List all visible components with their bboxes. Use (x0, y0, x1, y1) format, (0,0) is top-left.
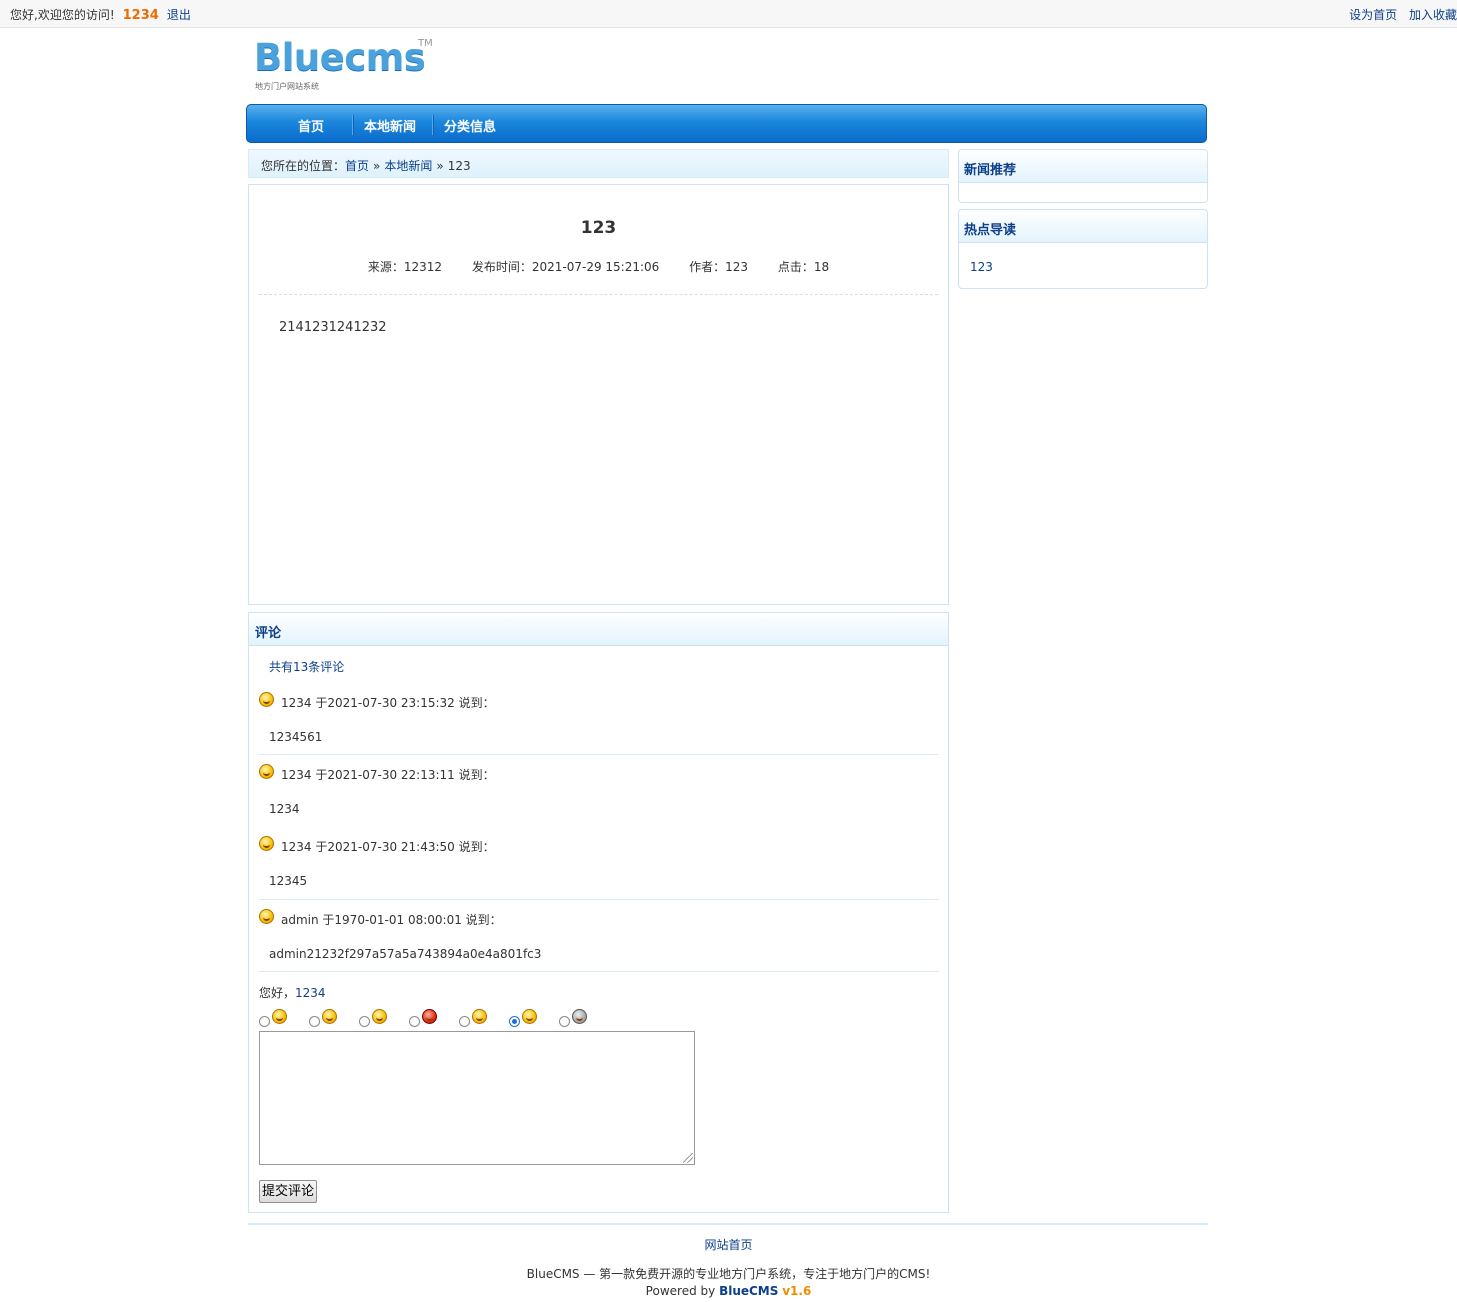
nav-divider (352, 115, 354, 135)
comments-panel: 评论 共有13条评论 1234 于2021-07-30 23:15:32 说到：… (248, 612, 949, 1213)
nav-item-local-news[interactable]: 本地新闻 (364, 116, 416, 135)
annoyed-face-icon (272, 1009, 287, 1024)
comment-item: 1234 于2021-07-30 22:13:11 说到： 1234 (259, 764, 939, 816)
article-clicks: 点击：18 (777, 260, 830, 274)
face-option-5[interactable] (459, 1009, 499, 1029)
article-author: 作者：123 (689, 260, 749, 274)
comment-divider (259, 899, 939, 900)
top-bar: 您好,欢迎您的访问! 1234 退出 设为首页 加入收藏 (0, 0, 1457, 28)
grin-face-icon (259, 692, 274, 707)
face-option-1[interactable] (259, 1009, 299, 1029)
grin-face-icon (522, 1009, 537, 1024)
set-home-link[interactable]: 设为首页 (1349, 8, 1397, 22)
comment-meta: admin 于1970-01-01 08:00:01 说到： (281, 913, 502, 927)
face-radio[interactable] (559, 1016, 570, 1027)
comment-meta: 1234 于2021-07-30 23:15:32 说到： (281, 696, 495, 710)
hot-topic-link[interactable]: 123 (970, 260, 993, 274)
powered-version: v1.6 (782, 1284, 812, 1298)
footer-powered: Powered by BlueCMS v1.6 (0, 1284, 1457, 1298)
comment-text: admin21232f297a57a5a743894a0e4a801fc3 (269, 947, 542, 961)
breadcrumb-separator: » (436, 159, 444, 173)
comment-meta: 1234 于2021-07-30 22:13:11 说到： (281, 768, 495, 782)
top-links: 设为首页 加入收藏 (1341, 6, 1457, 23)
comment-head: 1234 于2021-07-30 22:13:11 说到： (259, 764, 939, 786)
grin-face-icon (259, 836, 274, 851)
comment-count-link[interactable]: 共有13条评论 (269, 658, 344, 675)
main-nav: 首页 本地新闻 分类信息 (246, 104, 1207, 143)
comment-text: 12345 (269, 874, 308, 888)
face-option-7[interactable] (559, 1009, 599, 1029)
article-panel: 123 来源：12312 发布时间：2021-07-29 15:21:06 作者… (248, 184, 949, 605)
footer-links: 网站首页 (0, 1236, 1457, 1253)
comment-head: admin 于1970-01-01 08:00:01 说到： (259, 909, 939, 931)
crying-face-icon (322, 1009, 337, 1024)
greeting-username-link[interactable]: 1234 (295, 986, 326, 1000)
hot-topics-panel: 热点导读 123 (958, 209, 1208, 289)
tongue-face-icon (372, 1009, 387, 1024)
article-source: 来源：12312 (367, 260, 443, 274)
comments-title: 评论 (249, 613, 948, 646)
comment-item: admin 于1970-01-01 08:00:01 说到： admin2123… (259, 909, 939, 972)
breadcrumb-home[interactable]: 首页 (345, 159, 369, 173)
footer-divider (248, 1223, 1208, 1225)
powered-label: Powered by (645, 1284, 716, 1298)
comment-item: 1234 于2021-07-30 21:43:50 说到： 12345 (259, 836, 939, 900)
face-radio[interactable] (409, 1016, 420, 1027)
breadcrumb-section[interactable]: 本地新闻 (384, 159, 432, 173)
article-title: 123 (580, 218, 617, 238)
face-radio[interactable] (359, 1016, 370, 1027)
comment-item: 1234 于2021-07-30 23:15:32 说到： 1234561 (259, 692, 939, 755)
breadcrumb: 您所在的位置：首页» 本地新闻» 123 (248, 149, 949, 178)
comment-head: 1234 于2021-07-30 21:43:50 说到： (259, 836, 939, 858)
comment-meta: 1234 于2021-07-30 21:43:50 说到： (281, 840, 495, 854)
breadcrumb-label: 您所在的位置： (261, 159, 346, 173)
article-time: 发布时间：2021-07-29 15:21:06 (471, 260, 660, 274)
add-favorite-link[interactable]: 加入收藏 (1409, 8, 1457, 22)
annoyed-face-icon (259, 909, 274, 924)
nav-divider (432, 115, 434, 135)
face-option-6[interactable] (509, 1009, 549, 1029)
comment-divider (259, 754, 939, 755)
welcome-area: 您好,欢迎您的访问! 1234 退出 (10, 6, 191, 23)
news-recommend-panel: 新闻推荐 (958, 149, 1208, 203)
submit-comment-button[interactable]: 提交评论 (259, 1180, 318, 1203)
powered-brand: BlueCMS (719, 1284, 779, 1298)
comment-text: 1234561 (269, 730, 323, 744)
article-meta: 来源：12312 发布时间：2021-07-29 15:21:06 作者：123… (249, 258, 948, 275)
greeting-text: 您好,欢迎您的访问! (10, 8, 115, 22)
breadcrumb-current: 123 (447, 159, 471, 173)
hot-topics-title: 热点导读 (959, 210, 1207, 243)
face-option-4[interactable] (409, 1009, 449, 1029)
logo-subtitle: 地方门户网站系统 (255, 82, 319, 91)
angry-face-icon (472, 1009, 487, 1024)
greeting-label: 您好， (259, 986, 296, 1000)
logo-trademark: TM (418, 38, 433, 49)
comment-greeting: 您好，1234 (259, 984, 326, 1001)
footer-home-link[interactable]: 网站首页 (704, 1238, 752, 1252)
nav-item-home[interactable]: 首页 (298, 116, 324, 135)
comment-head: 1234 于2021-07-30 23:15:32 说到： (259, 692, 939, 714)
face-radio[interactable] (459, 1016, 470, 1027)
logout-link[interactable]: 退出 (167, 8, 191, 22)
news-recommend-title: 新闻推荐 (959, 150, 1207, 183)
face-selector (259, 1009, 659, 1029)
comment-text: 1234 (269, 802, 300, 816)
comment-textarea[interactable] (259, 1031, 695, 1165)
face-radio[interactable] (309, 1016, 320, 1027)
face-option-3[interactable] (359, 1009, 399, 1029)
site-logo[interactable]: Bluecms TM 地方门户网站系统 (254, 38, 454, 94)
grin-face-icon (259, 764, 274, 779)
username-label: 1234 (122, 8, 159, 23)
face-radio[interactable] (259, 1016, 270, 1027)
devil-face-icon (422, 1009, 437, 1024)
comment-divider (259, 971, 939, 972)
footer-description: BlueCMS — 第一款免费开源的专业地方门户系统，专注于地方门户的CMS! (526, 1267, 931, 1281)
alien-face-icon (572, 1009, 587, 1024)
face-option-2[interactable] (309, 1009, 349, 1029)
face-radio-selected[interactable] (509, 1016, 520, 1027)
article-body: 2141231241232 (279, 320, 387, 335)
breadcrumb-separator: » (373, 159, 381, 173)
article-divider (259, 294, 938, 295)
nav-item-classifieds[interactable]: 分类信息 (444, 116, 496, 135)
